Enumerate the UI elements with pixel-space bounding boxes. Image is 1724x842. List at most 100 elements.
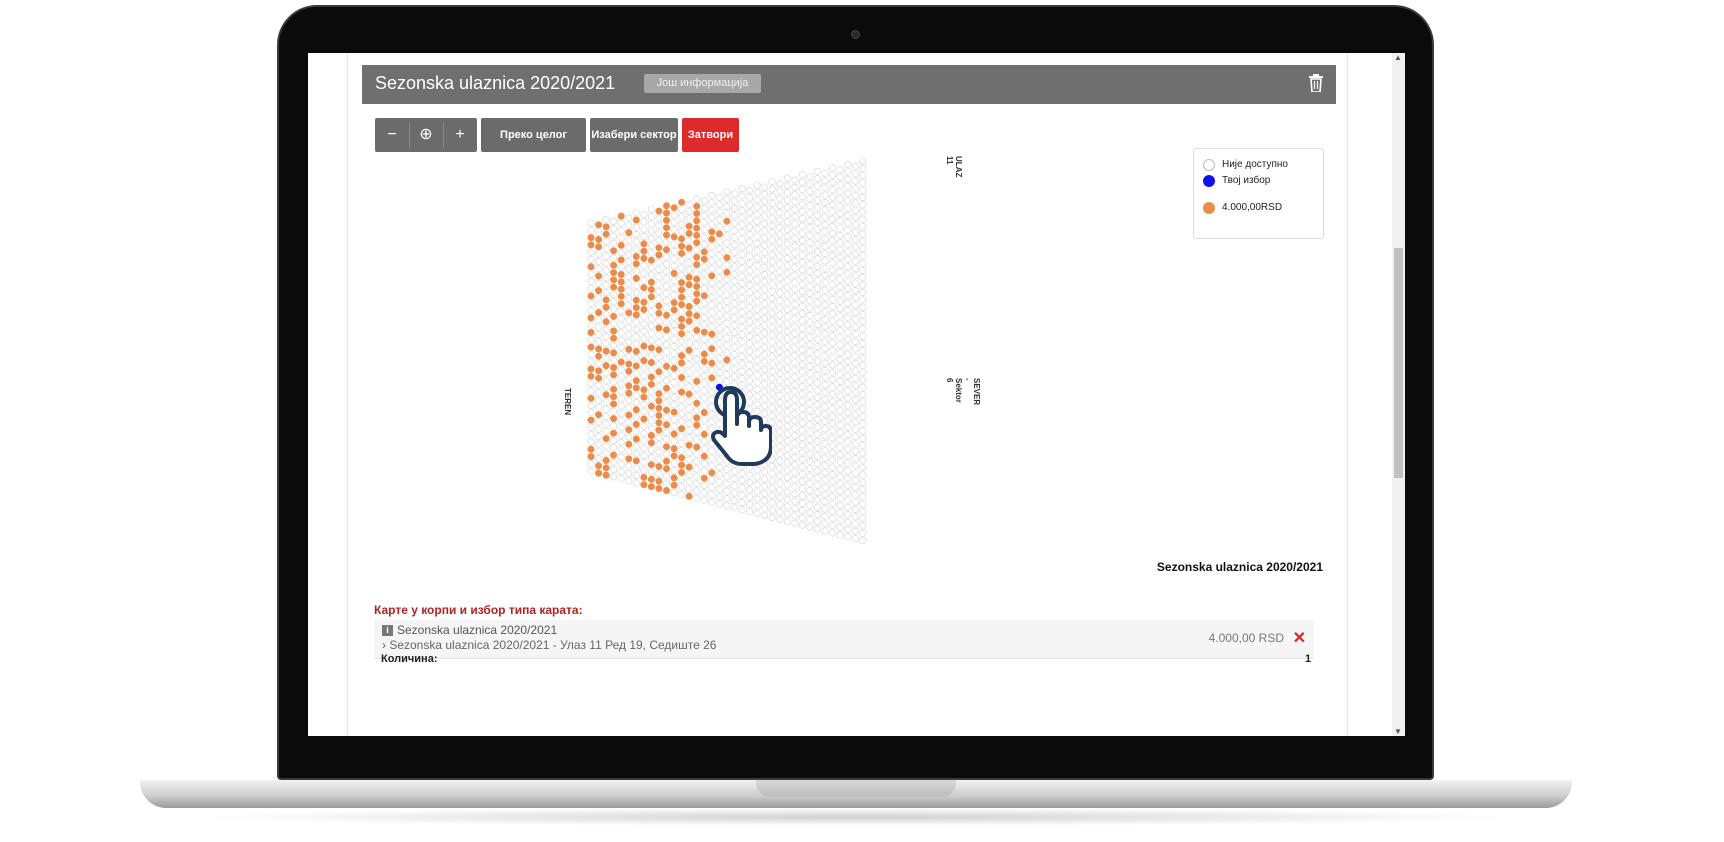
available-seat[interactable] [685,222,693,230]
available-seat[interactable] [693,224,701,232]
available-seat[interactable] [602,435,610,443]
available-seat[interactable] [625,389,633,397]
available-seat[interactable] [602,318,610,326]
available-seat[interactable] [693,290,701,298]
available-seat[interactable] [625,455,633,463]
available-seat[interactable] [587,343,595,351]
available-seat[interactable] [647,431,655,439]
available-seat[interactable] [670,364,678,372]
available-seat[interactable] [662,384,670,392]
more-info-button[interactable]: Још информација [644,74,761,93]
center-map-button[interactable]: ⊕ [409,118,443,152]
available-seat[interactable] [693,239,701,247]
available-seat[interactable] [662,202,670,210]
available-seat[interactable] [693,202,701,210]
available-seat[interactable] [708,345,716,353]
available-seat[interactable] [670,474,678,482]
scrollbar[interactable]: ▲ ▼ [1392,53,1405,736]
available-seat[interactable] [678,242,686,250]
available-seat[interactable] [700,452,708,460]
available-seat[interactable] [723,356,731,364]
zoom-in-button[interactable]: + [443,118,477,152]
scroll-down-icon[interactable]: ▼ [1394,727,1402,736]
available-seat[interactable] [595,309,603,317]
available-seat[interactable] [587,365,595,373]
available-seat[interactable] [662,231,670,239]
available-seat[interactable] [610,334,618,342]
available-seat[interactable] [640,298,648,306]
available-seat[interactable] [632,304,640,312]
available-seat[interactable] [655,404,663,412]
available-seat[interactable] [678,235,686,243]
available-seat[interactable] [685,390,693,398]
available-seat[interactable] [700,474,708,482]
available-seat[interactable] [678,322,686,330]
available-seat[interactable] [685,317,693,325]
available-seat[interactable] [625,411,633,419]
available-seat[interactable] [602,464,610,472]
remove-icon[interactable]: ✕ [1293,628,1306,648]
available-seat[interactable] [723,217,731,225]
scroll-up-icon[interactable]: ▲ [1394,53,1402,62]
available-seat[interactable] [678,198,686,206]
available-seat[interactable] [693,414,701,422]
available-seat[interactable] [595,287,603,295]
close-button[interactable]: Затвори [682,118,739,152]
available-seat[interactable] [625,229,633,237]
available-seat[interactable] [670,306,678,314]
scroll-thumb[interactable] [1394,248,1403,478]
available-seat[interactable] [708,272,716,280]
available-seat[interactable] [587,263,595,271]
available-seat[interactable] [685,281,693,289]
available-seat[interactable] [640,481,648,489]
available-seat[interactable] [715,230,723,238]
available-seat[interactable] [610,415,618,423]
available-seat[interactable] [632,216,640,224]
available-seat[interactable] [693,421,701,429]
available-seat[interactable] [662,326,670,334]
available-seat[interactable] [617,285,625,293]
available-seat[interactable] [678,301,686,309]
available-seat[interactable] [647,402,655,410]
available-seat[interactable] [640,254,648,262]
available-seat[interactable] [602,223,610,231]
available-seat[interactable] [625,382,633,390]
available-seat[interactable] [647,344,655,352]
available-seat[interactable] [602,230,610,238]
available-seat[interactable] [632,406,640,414]
available-seat[interactable] [602,347,610,355]
available-seat[interactable] [610,451,618,459]
available-seat[interactable] [595,345,603,353]
available-seat[interactable] [617,212,625,220]
available-seat[interactable] [693,283,701,291]
available-seat[interactable] [670,269,678,277]
available-seat[interactable] [700,350,708,358]
available-seat[interactable] [655,419,663,427]
available-seat[interactable] [640,386,648,394]
available-seat[interactable] [595,272,603,280]
available-seat[interactable] [700,357,708,365]
available-seat[interactable] [670,445,678,453]
available-seat[interactable] [587,329,595,337]
available-seat[interactable] [617,256,625,264]
available-seat[interactable] [685,463,693,471]
available-seat[interactable] [610,349,618,357]
available-seat[interactable] [662,311,670,319]
available-seat[interactable] [625,360,633,368]
available-seat[interactable] [610,283,618,291]
available-seat[interactable] [700,292,708,300]
available-seat[interactable] [647,278,655,286]
zoom-out-button[interactable]: − [375,118,409,152]
available-seat[interactable] [595,462,603,470]
available-seat[interactable] [655,463,663,471]
available-seat[interactable] [693,443,701,451]
available-seat[interactable] [587,314,595,322]
available-seat[interactable] [685,346,693,354]
available-seat[interactable] [685,303,693,311]
available-seat[interactable] [632,420,640,428]
available-seat[interactable] [655,302,663,310]
available-seat[interactable] [655,309,663,317]
available-seat[interactable] [640,284,648,292]
available-seat[interactable] [662,406,670,414]
available-seat[interactable] [632,435,640,443]
